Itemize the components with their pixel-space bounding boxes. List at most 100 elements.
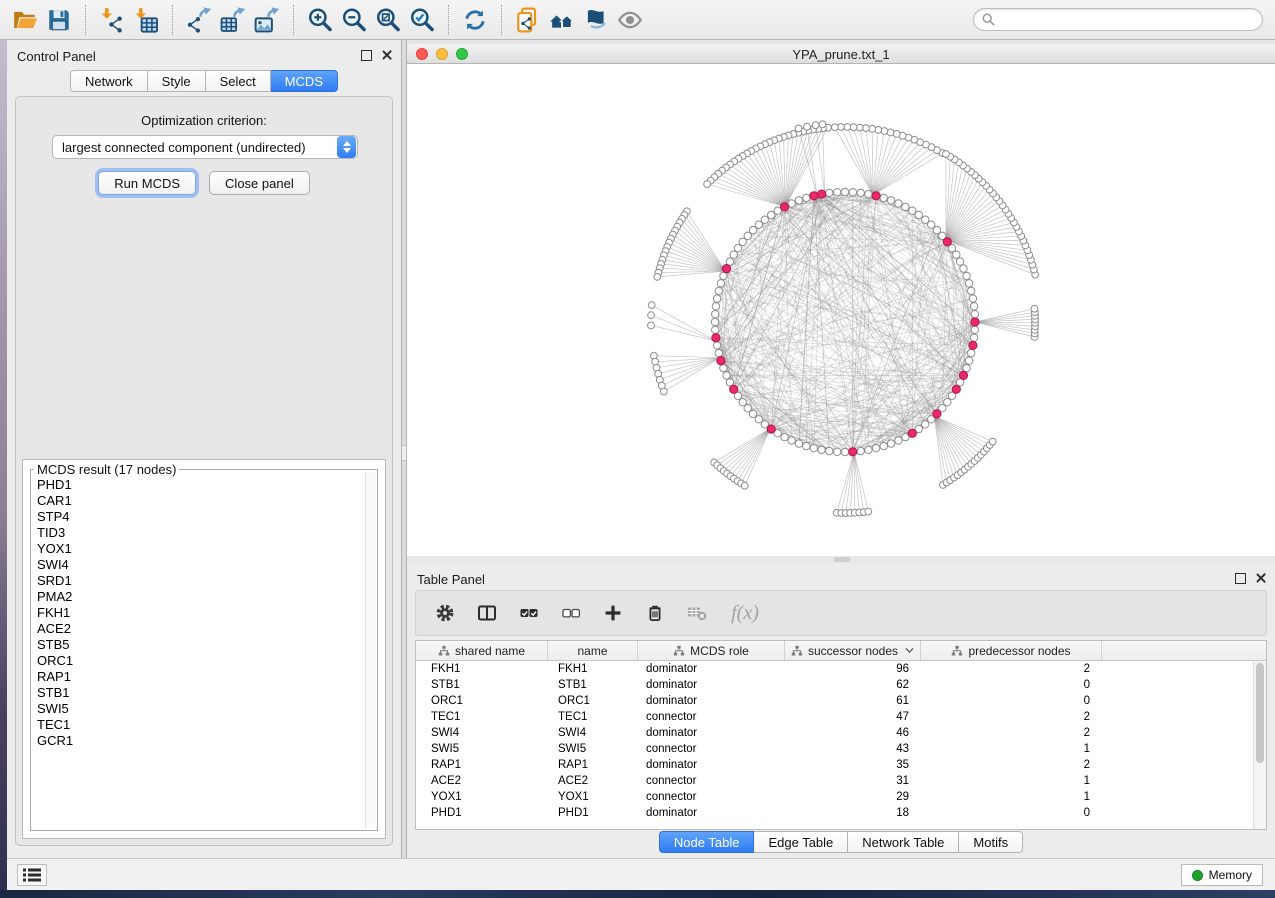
- export-network-button[interactable]: [182, 3, 216, 37]
- task-history-button[interactable]: [17, 864, 47, 886]
- table-row[interactable]: SWI5SWI5connector431: [416, 741, 1266, 757]
- column-header-label: shared name: [455, 644, 525, 658]
- horizontal-splitter-grip[interactable]: [834, 557, 850, 562]
- tab-network-table[interactable]: Network Table: [848, 831, 959, 853]
- table-cell: connector: [638, 775, 785, 787]
- open-file-icon: [12, 7, 38, 33]
- table-row[interactable]: FKH1FKH1dominator962: [416, 661, 1266, 677]
- style-flag-icon: [583, 7, 609, 33]
- show-columns-icon: [477, 603, 497, 623]
- table-row[interactable]: TEC1TEC1connector472: [416, 709, 1266, 725]
- show-columns-button[interactable]: [476, 602, 498, 624]
- mcds-result-box: MCDS result (17 nodes) PHD1CAR1STP4TID3Y…: [22, 459, 386, 839]
- search-box[interactable]: [973, 8, 1263, 31]
- column-header-MCDS-role[interactable]: MCDS role: [638, 641, 785, 660]
- column-header-predecessor-nodes[interactable]: predecessor nodes: [921, 641, 1102, 660]
- neighbor-houses-button[interactable]: [545, 3, 579, 37]
- import-table-button[interactable]: [129, 3, 163, 37]
- mcds-result-node[interactable]: RAP1: [34, 669, 363, 685]
- unselect-all-button[interactable]: [560, 602, 582, 624]
- open-file-button[interactable]: [8, 3, 42, 37]
- network-canvas[interactable]: [407, 64, 1275, 556]
- vertical-splitter-grip[interactable]: [402, 445, 406, 461]
- export-image-button[interactable]: [250, 3, 284, 37]
- table-toolbar: f(x): [415, 590, 1267, 636]
- mcds-result-node[interactable]: PMA2: [34, 589, 363, 605]
- table-row[interactable]: ACE2ACE2connector311: [416, 773, 1266, 789]
- memory-button[interactable]: Memory: [1181, 864, 1263, 886]
- tab-style[interactable]: Style: [148, 70, 206, 92]
- zoom-in-button[interactable]: [303, 3, 337, 37]
- table-row[interactable]: STB1STB1dominator620: [416, 677, 1266, 693]
- mcds-result-node[interactable]: SWI4: [34, 557, 363, 573]
- table-row[interactable]: RAP1RAP1dominator352: [416, 757, 1266, 773]
- mcds-result-node[interactable]: PHD1: [34, 477, 363, 493]
- mcds-result-node[interactable]: STB5: [34, 637, 363, 653]
- export-table-icon: [220, 7, 246, 33]
- refresh-network-button[interactable]: [458, 3, 492, 37]
- save-session-button[interactable]: [42, 3, 76, 37]
- table-scrollbar-thumb[interactable]: [1256, 663, 1264, 763]
- tab-motifs[interactable]: Motifs: [959, 831, 1023, 853]
- mcds-result-node[interactable]: STP4: [34, 509, 363, 525]
- neighbor-houses-icon: [549, 7, 575, 33]
- export-table-button[interactable]: [216, 3, 250, 37]
- column-header-name[interactable]: name: [548, 641, 638, 660]
- zoom-fit-button[interactable]: [371, 3, 405, 37]
- table-row[interactable]: SWI4SWI4dominator462: [416, 725, 1266, 741]
- close-panel-button[interactable]: Close panel: [209, 171, 310, 195]
- mcds-result-scrollbar[interactable]: [365, 472, 376, 828]
- show-hide-eye-button[interactable]: [613, 3, 647, 37]
- column-header-successor-nodes[interactable]: successor nodes: [785, 641, 921, 660]
- optimization-criterion-select[interactable]: largest connected component (undirected): [52, 135, 358, 159]
- table-panel-title: Table Panel: [417, 572, 485, 587]
- column-type-icon: [951, 645, 963, 657]
- tab-node-table[interactable]: Node Table: [659, 831, 755, 853]
- column-header-shared-name[interactable]: shared name: [416, 641, 548, 660]
- table-row[interactable]: ORC1ORC1dominator610: [416, 693, 1266, 709]
- table-row[interactable]: PHD1PHD1dominator180: [416, 805, 1266, 821]
- mcds-result-node[interactable]: STB1: [34, 685, 363, 701]
- refresh-network-icon: [462, 7, 488, 33]
- table-cell: 2: [921, 727, 1102, 739]
- table-cell: 35: [785, 759, 921, 771]
- settings-gear-button[interactable]: [434, 602, 456, 624]
- control-panel-float-icon[interactable]: [361, 50, 372, 61]
- table-cell: YOX1: [548, 791, 638, 803]
- select-all-button[interactable]: [518, 602, 540, 624]
- mcds-result-node[interactable]: YOX1: [34, 541, 363, 557]
- style-flag-button[interactable]: [579, 3, 613, 37]
- control-panel-close-icon[interactable]: [381, 49, 393, 61]
- zoom-out-button[interactable]: [337, 3, 371, 37]
- tab-mcds[interactable]: MCDS: [271, 70, 338, 92]
- mcds-result-node[interactable]: SRD1: [34, 573, 363, 589]
- run-mcds-button[interactable]: Run MCDS: [98, 171, 196, 195]
- mcds-result-node[interactable]: ACE2: [34, 621, 363, 637]
- clone-network-button[interactable]: [511, 3, 545, 37]
- delete-table-button: [686, 602, 708, 624]
- table-scrollbar[interactable]: [1253, 661, 1266, 829]
- column-type-icon: [791, 645, 803, 657]
- table-panel-float-icon[interactable]: [1235, 573, 1246, 584]
- zoom-selected-button[interactable]: [405, 3, 439, 37]
- mcds-result-node[interactable]: ORC1: [34, 653, 363, 669]
- memory-label: Memory: [1209, 868, 1252, 882]
- mcds-result-node[interactable]: GCR1: [34, 733, 363, 749]
- add-column-button[interactable]: [602, 602, 624, 624]
- mcds-result-list[interactable]: PHD1CAR1STP4TID3YOX1SWI4SRD1PMA2FKH1ACE2…: [34, 477, 363, 827]
- tab-select[interactable]: Select: [206, 70, 271, 92]
- tab-network[interactable]: Network: [70, 70, 148, 92]
- table-panel-close-icon[interactable]: [1255, 572, 1267, 584]
- import-network-button[interactable]: [95, 3, 129, 37]
- mcds-result-node[interactable]: CAR1: [34, 493, 363, 509]
- mcds-result-node[interactable]: FKH1: [34, 605, 363, 621]
- search-input[interactable]: [1000, 13, 1254, 27]
- delete-button[interactable]: [644, 602, 666, 624]
- tab-edge-table[interactable]: Edge Table: [754, 831, 848, 853]
- table-row[interactable]: YOX1YOX1connector291: [416, 789, 1266, 805]
- mcds-result-node[interactable]: SWI5: [34, 701, 363, 717]
- horizontal-splitter[interactable]: [407, 556, 1275, 563]
- table-cell: connector: [638, 711, 785, 723]
- mcds-result-node[interactable]: TEC1: [34, 717, 363, 733]
- mcds-result-node[interactable]: TID3: [34, 525, 363, 541]
